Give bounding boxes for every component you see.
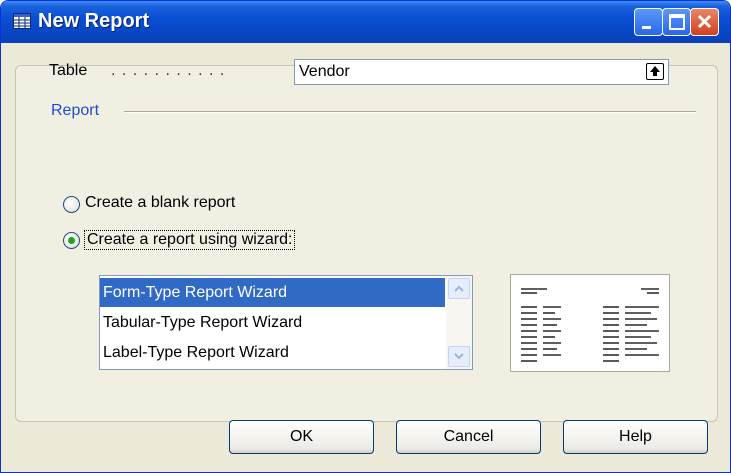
dialog-body <box>1 43 730 472</box>
list-item-tabular-type[interactable]: Tabular-Type Report Wizard <box>100 308 445 337</box>
new-report-dialog: New Report Table . . . . . . . . . . . V… <box>0 0 731 473</box>
form-report-preview-icon <box>521 288 659 362</box>
table-lookup-button[interactable] <box>646 63 664 80</box>
table-label: Table <box>49 62 88 79</box>
cancel-button[interactable]: Cancel <box>396 420 541 454</box>
dialog-title: New Report <box>38 10 150 32</box>
radio-selected-dot <box>68 237 75 244</box>
wizard-list[interactable]: Form-Type Report Wizard Tabular-Type Rep… <box>99 275 473 370</box>
report-group-label: Report <box>51 102 100 119</box>
ok-button[interactable]: OK <box>229 420 374 454</box>
minimize-icon <box>642 26 651 29</box>
list-item-label-type[interactable]: Label-Type Report Wizard <box>100 338 445 367</box>
table-field-value: Vendor <box>299 63 350 80</box>
radio-blank-report[interactable] <box>63 196 80 213</box>
report-table-icon <box>13 13 31 29</box>
close-button[interactable] <box>690 8 719 36</box>
scroll-up-button[interactable] <box>448 278 470 299</box>
table-field[interactable]: Vendor <box>294 59 669 85</box>
minimize-button[interactable] <box>634 8 663 36</box>
report-group-divider <box>124 111 696 113</box>
maximize-icon <box>669 14 685 30</box>
help-button[interactable]: Help <box>563 420 708 454</box>
list-item-form-type[interactable]: Form-Type Report Wizard <box>100 278 445 307</box>
chevron-up-icon <box>454 285 464 292</box>
table-label-leader: . . . . . . . . . . . <box>111 62 226 79</box>
lookup-arrow-icon <box>650 66 660 76</box>
blank-report-label[interactable]: Create a blank report <box>85 194 235 212</box>
radio-wizard-report[interactable] <box>63 232 80 249</box>
maximize-button[interactable] <box>662 8 691 36</box>
report-preview <box>510 274 670 372</box>
wizard-list-scrollbar[interactable] <box>446 276 472 369</box>
close-icon <box>697 14 712 29</box>
title-bar[interactable]: New Report <box>1 1 730 43</box>
scroll-down-button[interactable] <box>448 346 470 367</box>
wizard-report-label[interactable]: Create a report using wizard: <box>84 230 296 250</box>
chevron-down-icon <box>454 353 464 360</box>
